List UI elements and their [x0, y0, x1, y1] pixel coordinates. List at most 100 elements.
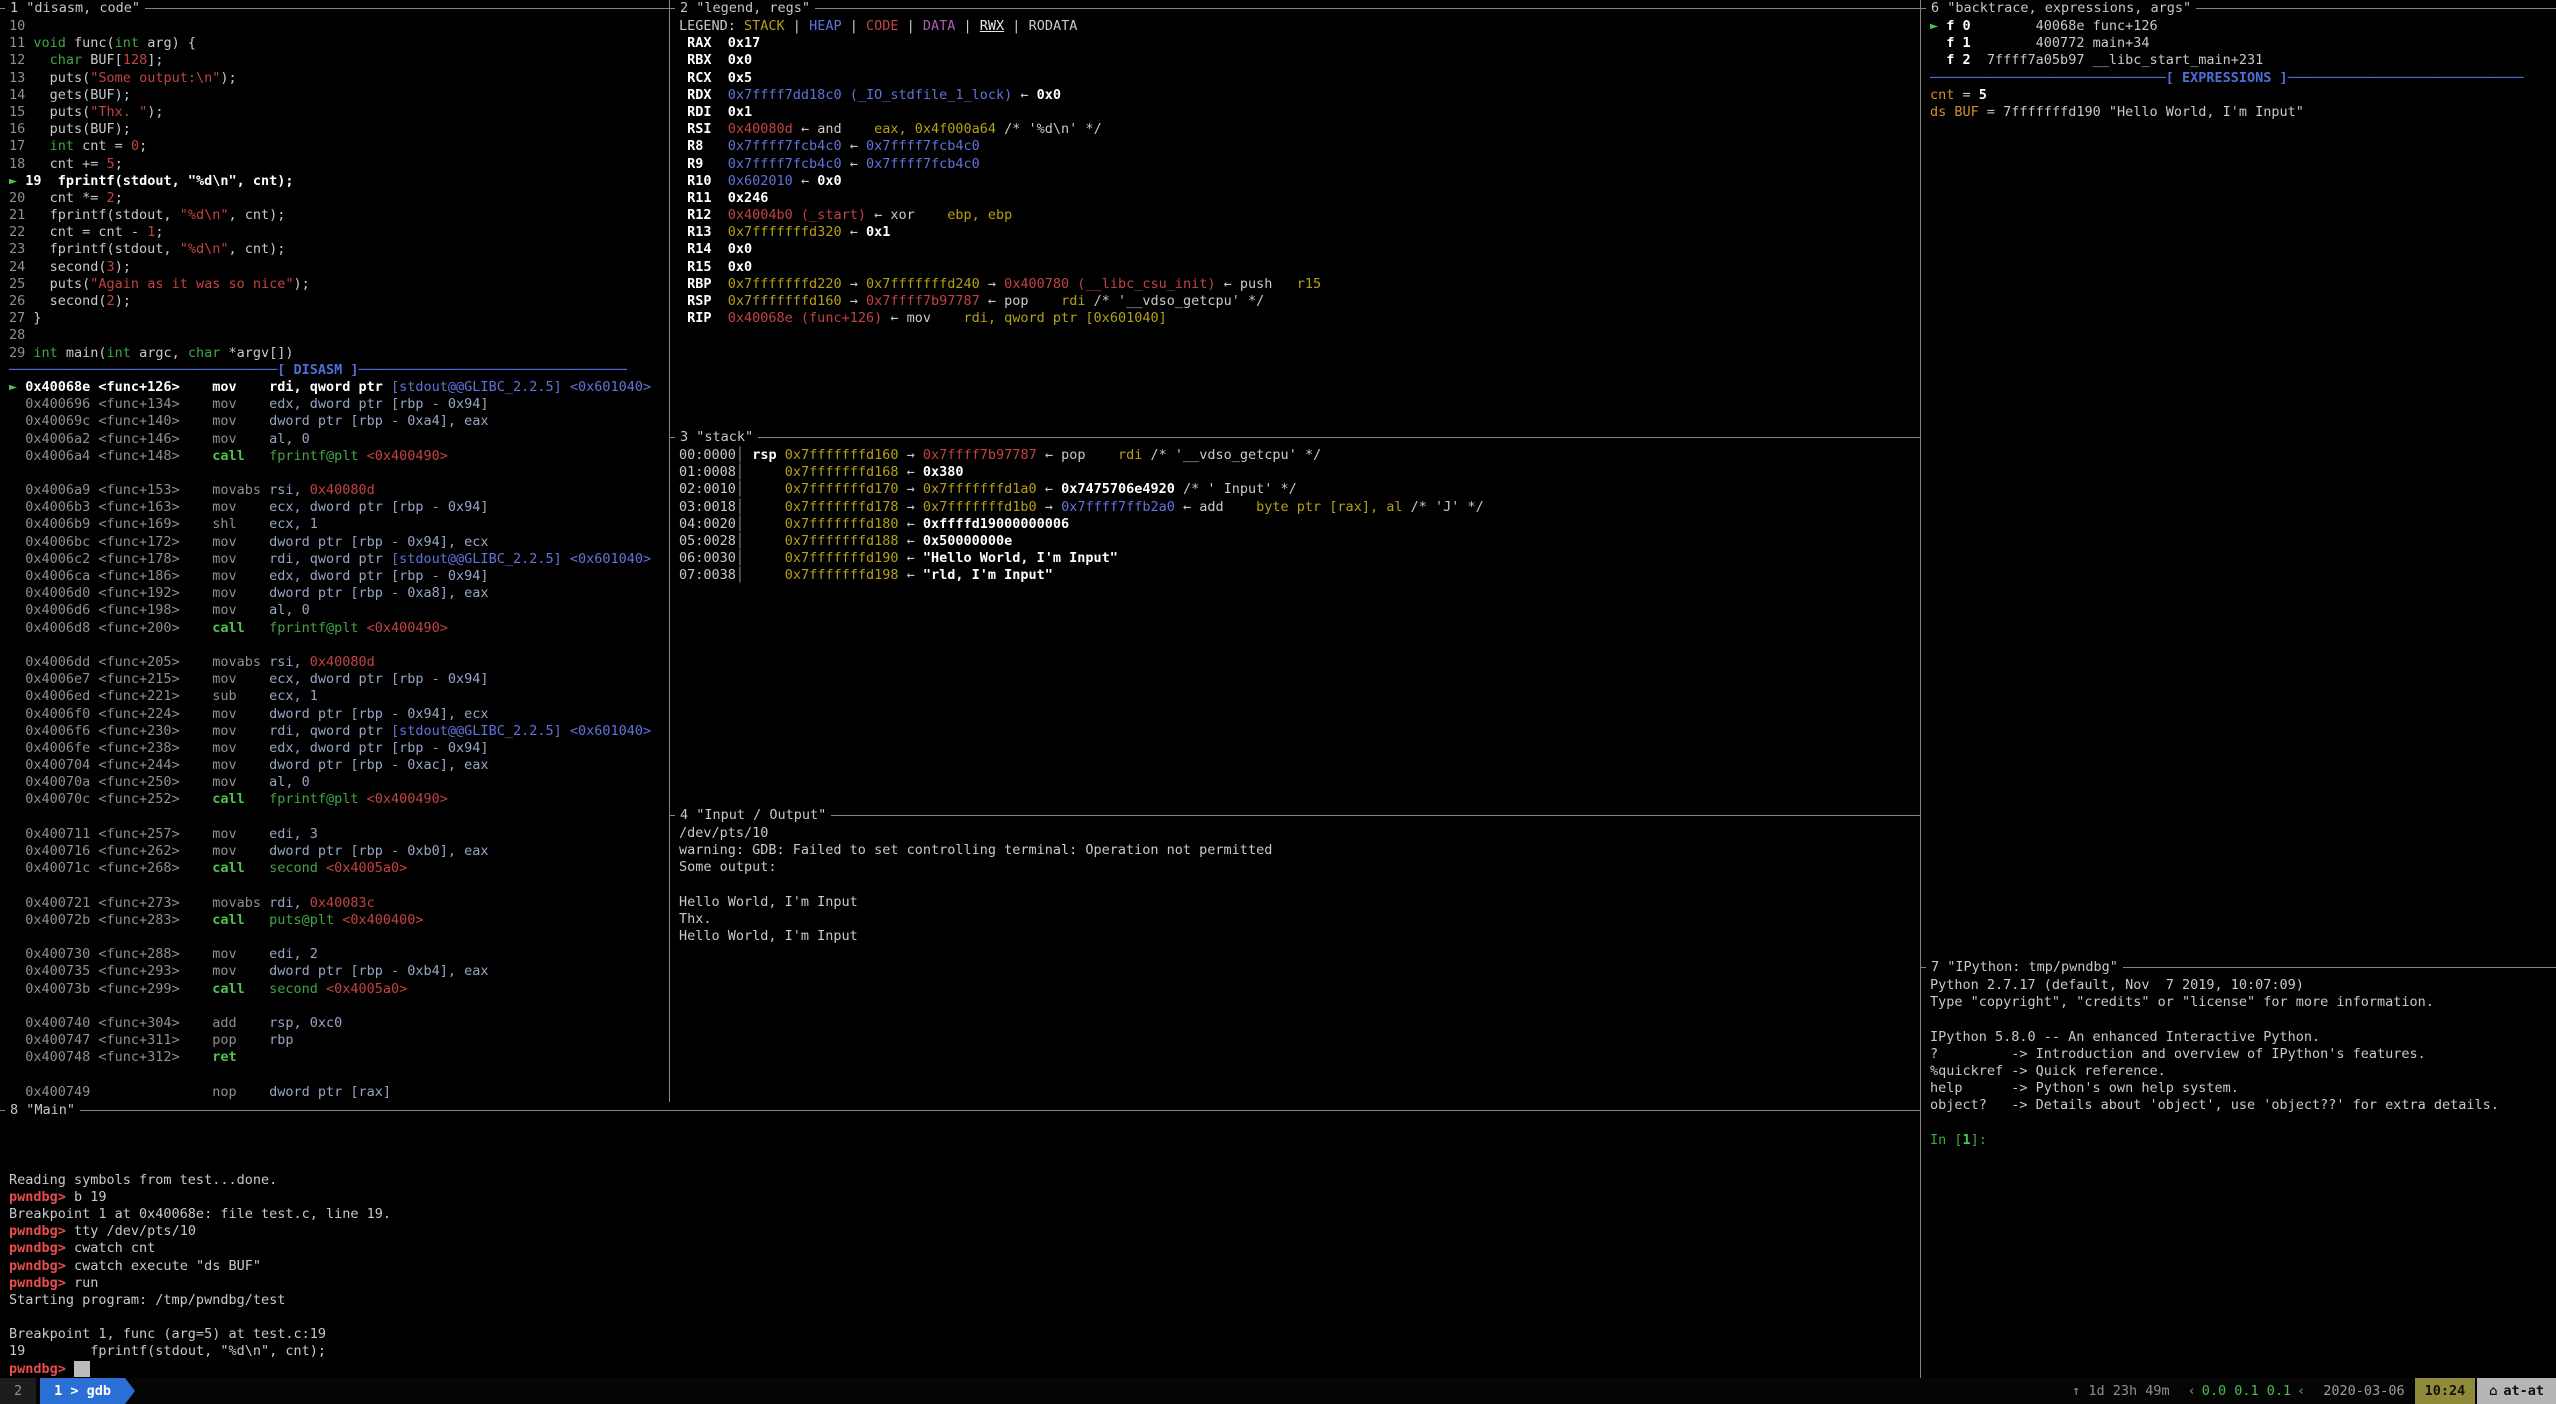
pane-border-top: 6 "backtrace, expressions, args"	[1921, 0, 2556, 17]
terminal-line: R10 0x602010 ← 0x0	[679, 173, 1920, 190]
text-segment: 0x400711 <func+257> mov	[25, 826, 269, 842]
text-segment: cwatch cnt	[74, 1240, 155, 1256]
text-segment: 0x4006f0 <func+224> mov	[25, 706, 269, 722]
text-segment: │	[736, 464, 744, 480]
text-segment: 0x4006e7 <func+215> mov	[25, 671, 269, 687]
terminal-line: 0x4006ca <func+186> mov edx, dword ptr […	[9, 568, 669, 585]
pane-content-backtrace[interactable]: ► f 0 40068e func+126 f 1 400772 main+34…	[1921, 17, 2556, 959]
text-segment: byte ptr [rax], al	[1256, 499, 1402, 515]
text-segment: 0x40068e (func+126)	[728, 310, 882, 326]
terminal-line	[679, 877, 1920, 894]
text-segment: 5	[107, 156, 115, 172]
text-segment: ←	[1012, 87, 1036, 103]
terminal-line: In [1]:	[1930, 1132, 2556, 1149]
pane-input-output[interactable]: 4 "Input / Output" /dev/pts/10warning: G…	[670, 807, 1920, 1102]
pane-stack[interactable]: 3 "stack" 00:0000│ rsp 0x7fffffffd160 → …	[670, 429, 1920, 807]
pane-backtrace[interactable]: 6 "backtrace, expressions, args" ► f 0 4…	[1921, 0, 2556, 959]
terminal-line: RAX 0x17	[679, 35, 1920, 52]
text-segment: dword ptr [rbp - 0xac], eax	[269, 757, 488, 773]
text-segment: 24	[9, 259, 33, 275]
text-segment	[9, 620, 25, 636]
text-segment: <0x601040>	[570, 551, 651, 567]
pane-content-disasm-code[interactable]: 1011 void func(int arg) {12 char BUF[128…	[0, 17, 669, 1102]
status-info: ↑ 1d 23h 49m ‹ 0.0 0.1 0.1 ‹ 2020-03-06 …	[2072, 1378, 2556, 1404]
text-segment: rdi, qword ptr	[269, 551, 391, 567]
text-segment: ←	[1215, 276, 1239, 292]
text-segment: );	[220, 70, 236, 86]
text-segment: ►	[9, 173, 25, 189]
text-segment: →	[980, 276, 1004, 292]
text-segment: CODE	[866, 18, 899, 34]
text-segment	[9, 602, 25, 618]
text-segment: xor	[890, 207, 947, 223]
pane-main[interactable]: 8 "Main" Reading symbols from test...don…	[0, 1102, 1920, 1378]
tmux-window-active-gdb[interactable]: 1 > gdb	[40, 1378, 125, 1404]
terminal-line: 0x400730 <func+288> mov edi, 2	[9, 946, 669, 963]
text-segment: call	[212, 860, 269, 876]
text-segment: tty /dev/pts/10	[74, 1223, 196, 1239]
terminal-line: ? -> Introduction and overview of IPytho…	[1930, 1046, 2556, 1063]
text-segment: dword ptr [rbp - 0xb4], eax	[269, 963, 488, 979]
pane-legend-regs[interactable]: 2 "legend, regs" LEGEND: STACK | HEAP | …	[670, 0, 1920, 429]
tmux-window-2[interactable]: 2	[0, 1378, 36, 1404]
text-segment: , cnt);	[228, 207, 285, 223]
pane-disasm-code[interactable]: 1 "disasm, code" 1011 void func(int arg)…	[0, 0, 669, 1102]
text-segment: second(	[33, 259, 106, 275]
text-segment: LEGEND:	[679, 18, 744, 34]
text-segment: │	[736, 499, 744, 515]
terminal-line: 0x4006b3 <func+163> mov ecx, dword ptr […	[9, 499, 669, 516]
text-segment: 0x4006a4 <func+148>	[25, 448, 212, 464]
terminal-line: pwndbg> run	[9, 1275, 1920, 1292]
chevron-separator-icon: ‹	[2188, 1383, 2196, 1399]
terminal-line: 17 int cnt = 0;	[9, 138, 669, 155]
terminal-line: f 2 7ffff7a05b97 __libc_start_main+231	[1930, 52, 2556, 69]
terminal-line	[9, 1066, 669, 1083]
text-segment: R12	[679, 207, 728, 223]
text-segment: "Some output:\n"	[90, 70, 220, 86]
text-segment: call	[212, 791, 269, 807]
text-segment: "Again as it was so nice"	[90, 276, 293, 292]
text-segment: 0x40070a <func+250> mov	[25, 774, 269, 790]
terminal-line	[9, 1154, 1920, 1171]
text-segment: Type "copyright", "credits" or "license"…	[1930, 994, 2434, 1010]
terminal-line: 29 int main(int argc, char *argv[])	[9, 345, 669, 362]
pane-content-main[interactable]: Reading symbols from test...done. pwndbg>…	[0, 1119, 1920, 1378]
pane-content-input-output[interactable]: /dev/pts/10warning: GDB: Failed to set c…	[670, 824, 1920, 1102]
terminal-line: 11 void func(int arg) {	[9, 35, 669, 52]
text-segment	[9, 757, 25, 773]
terminal-line: R12 0x4004b0 (_start) ← xor ebp, ebp	[679, 207, 1920, 224]
text-segment	[9, 568, 25, 584]
text-segment: 0x40069c <func+140> mov	[25, 413, 269, 429]
text-segment: Reading symbols from test...done.	[9, 1172, 277, 1188]
text-segment: push	[1240, 276, 1297, 292]
terminal-line: RBX 0x0	[679, 52, 1920, 69]
text-segment: 0x400730 <func+288> mov	[25, 946, 269, 962]
pane-content-stack[interactable]: 00:0000│ rsp 0x7fffffffd160 → 0x7ffff7b9…	[670, 446, 1920, 807]
text-segment: ]:	[1971, 1132, 1995, 1148]
text-segment: 0x1	[866, 224, 890, 240]
terminal-line: 23 fprintf(stdout, "%d\n", cnt);	[9, 241, 669, 258]
text-segment: RBX	[679, 52, 728, 68]
pane-ipython[interactable]: 7 "IPython: tmp/pwndbg" Python 2.7.17 (d…	[1921, 959, 2556, 1378]
terminal-line: 0x400704 <func+244> mov dword ptr [rbp -…	[9, 757, 669, 774]
pane-content-legend-regs[interactable]: LEGEND: STACK | HEAP | CODE | DATA | RWX…	[670, 17, 1920, 429]
status-windows: 2 1 > gdb	[0, 1378, 135, 1404]
text-segment	[562, 551, 570, 567]
pane-content-ipython[interactable]: Python 2.7.17 (default, Nov 7 2019, 10:0…	[1921, 976, 2556, 1378]
text-segment	[9, 654, 25, 670]
text-segment: →	[842, 276, 866, 292]
text-segment: pop	[1004, 293, 1061, 309]
terminal-line: 24 second(3);	[9, 259, 669, 276]
text-segment: call	[212, 448, 269, 464]
text-segment: [stdout@@GLIBC_2.2.5]	[391, 551, 562, 567]
terminal-line: 07:0038│ 0x7fffffffd198 ← "rld, I'm Inpu…	[679, 567, 1920, 584]
terminal-line: 0x4006fe <func+238> mov edx, dword ptr […	[9, 740, 669, 757]
load-average: 0.0 0.1 0.1	[2202, 1383, 2291, 1399]
text-segment: ←	[898, 550, 922, 566]
text-segment: ►	[1930, 18, 1946, 34]
text-segment: 0x4006ca <func+186> mov	[25, 568, 269, 584]
text-segment: gets(BUF);	[33, 87, 131, 103]
text-segment: 7ffff7a05b97 __libc_start_main+231	[1971, 52, 2264, 68]
text-segment: ecx, dword ptr [rbp - 0x94]	[269, 499, 488, 515]
text-segment	[9, 551, 25, 567]
